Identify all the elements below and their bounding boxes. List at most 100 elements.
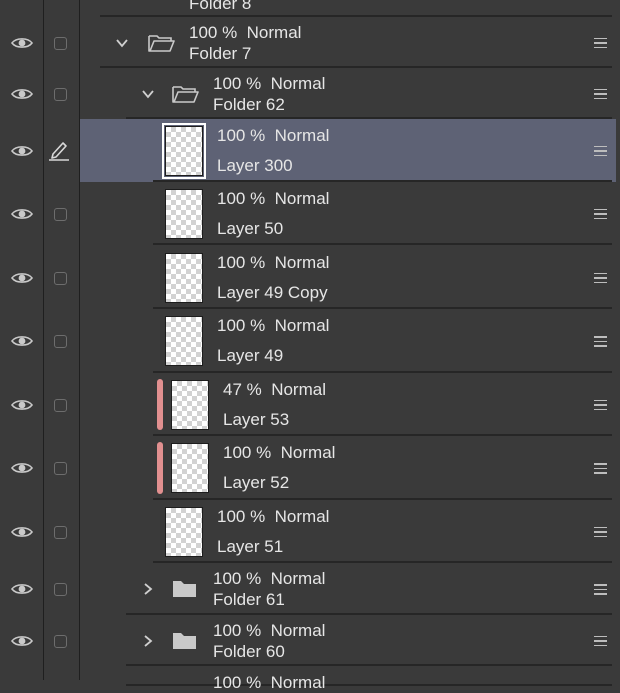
layer-checkbox[interactable]	[54, 634, 67, 648]
color-label-bar	[157, 379, 163, 430]
layer-opacity-blend: 100 % Normal	[217, 252, 329, 273]
layer-checkbox[interactable]	[54, 583, 67, 596]
pencil-icon	[47, 139, 71, 161]
opacity-value: 100 %	[213, 673, 262, 692]
blend-mode: Normal	[274, 125, 330, 145]
blend-mode: Normal	[274, 506, 330, 526]
layer-opacity-blend: 100 % Normal	[217, 315, 329, 336]
blend-mode: Normal	[274, 316, 330, 335]
blend-mode: Normal	[270, 620, 326, 640]
folder-row[interactable]: 100 % Normal Folder 7	[0, 17, 616, 68]
layer-opacity-blend: 100 % Normal	[223, 442, 335, 463]
layer-name[interactable]: Layer 300	[217, 155, 293, 176]
layer-name[interactable]: Layer 49 Copy	[217, 282, 328, 303]
eye-icon[interactable]	[11, 271, 33, 285]
row-divider	[153, 243, 612, 245]
blend-mode: Normal	[270, 73, 326, 93]
layer-checkbox[interactable]	[54, 525, 67, 539]
opacity-value: 100 %	[213, 620, 262, 640]
layer-name[interactable]: Folder 60	[213, 641, 285, 662]
layer-name[interactable]: Folder 8	[189, 0, 251, 14]
eye-icon[interactable]	[11, 461, 33, 475]
chevron-down-icon[interactable]	[141, 87, 155, 101]
layer-thumbnail[interactable]	[165, 188, 203, 239]
layer-row[interactable]: 100 % Normal Layer 50	[0, 182, 616, 245]
layer-name[interactable]: Layer 52	[223, 472, 289, 493]
layer-name[interactable]: Folder 7	[189, 43, 251, 64]
opacity-value: 100 %	[189, 22, 238, 42]
folder-row[interactable]: 100 % Normal	[0, 666, 616, 692]
layer-thumbnail[interactable]	[165, 316, 203, 366]
layer-row[interactable]: 47 % Normal Layer 53	[0, 373, 616, 436]
chevron-right-icon[interactable]	[141, 582, 155, 596]
folder-row[interactable]: 100 % Normal Folder 62	[0, 68, 616, 119]
folder-closed-icon	[171, 630, 199, 652]
layer-row[interactable]: 100 % Normal Layer 49	[0, 309, 616, 373]
opacity-value: 100 %	[217, 252, 266, 272]
eye-icon[interactable]	[11, 144, 33, 158]
blend-mode: Normal	[280, 443, 336, 462]
layer-thumbnail[interactable]	[171, 379, 209, 430]
eye-icon[interactable]	[11, 36, 33, 50]
layer-name[interactable]: Layer 53	[223, 409, 289, 430]
folder-row[interactable]: 100 % Normal Folder 61	[0, 563, 616, 615]
layer-name[interactable]: Folder 61	[213, 589, 285, 610]
layer-opacity-blend: 47 % Normal	[223, 379, 326, 400]
layer-checkbox[interactable]	[54, 271, 67, 285]
hamburger-icon[interactable]	[594, 88, 607, 100]
folder-open-icon	[171, 83, 199, 105]
layer-opacity-blend: 100 % Normal	[213, 73, 325, 94]
eye-icon[interactable]	[11, 334, 33, 348]
eye-icon[interactable]	[11, 207, 33, 221]
eye-icon[interactable]	[11, 525, 33, 539]
hamburger-icon[interactable]	[594, 37, 607, 49]
layer-thumbnail[interactable]	[162, 122, 206, 179]
layer-checkbox[interactable]	[54, 207, 67, 221]
layer-name[interactable]: Layer 50	[217, 218, 283, 239]
layer-row[interactable]: 100 % Normal Layer 300	[0, 119, 616, 182]
chevron-right-icon[interactable]	[141, 634, 155, 648]
layer-checkbox[interactable]	[54, 335, 67, 348]
opacity-value: 100 %	[223, 443, 272, 462]
hamburger-icon[interactable]	[594, 463, 607, 474]
opacity-value: 100 %	[217, 125, 266, 145]
layer-opacity-blend: 100 % Normal	[213, 672, 325, 693]
layer-checkbox[interactable]	[54, 398, 67, 412]
layer-opacity-blend: 100 % Normal	[217, 125, 329, 146]
hamburger-icon[interactable]	[594, 208, 607, 220]
hamburger-icon[interactable]	[594, 145, 607, 157]
hamburger-icon[interactable]	[594, 635, 607, 647]
blend-mode: Normal	[270, 673, 326, 692]
layer-checkbox[interactable]	[54, 462, 67, 475]
blend-mode: Normal	[270, 569, 326, 588]
opacity-value: 100 %	[217, 316, 266, 335]
hamburger-icon[interactable]	[594, 272, 607, 284]
layer-name[interactable]: Layer 51	[217, 536, 283, 557]
hamburger-icon[interactable]	[594, 399, 607, 411]
opacity-value: 100 %	[217, 188, 266, 208]
hamburger-icon[interactable]	[594, 526, 607, 538]
eye-icon[interactable]	[11, 87, 33, 101]
eye-icon[interactable]	[11, 634, 33, 648]
layer-checkbox[interactable]	[54, 87, 67, 101]
layer-checkbox[interactable]	[54, 36, 67, 50]
layer-row[interactable]: 100 % Normal Layer 51	[0, 500, 616, 563]
layer-row[interactable]: 100 % Normal Layer 52	[0, 436, 616, 500]
layer-opacity-blend: 100 % Normal	[213, 620, 325, 641]
layer-name[interactable]: Folder 62	[213, 94, 285, 115]
layer-opacity-blend: 100 % Normal	[217, 506, 329, 527]
layer-thumbnail[interactable]	[165, 506, 203, 557]
opacity-value: 47 %	[223, 379, 262, 399]
folder-row[interactable]: Folder 8	[0, 0, 616, 17]
layer-name[interactable]: Layer 49	[217, 345, 283, 366]
layer-row[interactable]: 100 % Normal Layer 49 Copy	[0, 246, 616, 309]
hamburger-icon[interactable]	[594, 584, 607, 595]
layer-thumbnail[interactable]	[171, 443, 209, 493]
opacity-value: 100 %	[217, 506, 266, 526]
eye-icon[interactable]	[11, 398, 33, 412]
hamburger-icon[interactable]	[594, 336, 607, 347]
folder-row[interactable]: 100 % Normal Folder 60	[0, 615, 616, 666]
chevron-down-icon[interactable]	[115, 36, 129, 50]
eye-icon[interactable]	[11, 582, 33, 596]
layer-thumbnail[interactable]	[165, 252, 203, 303]
